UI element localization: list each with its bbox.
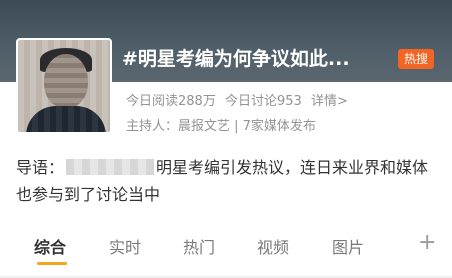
avatar-body (26, 106, 106, 132)
topic-title: #明星考编为何争议如此... (122, 48, 350, 70)
active-tab-indicator (37, 262, 67, 265)
host-info[interactable]: 主持人：晨报文艺 | 7家媒体发布 (126, 115, 316, 134)
tab-video[interactable]: 视频 (257, 234, 289, 258)
tab-realtime[interactable]: 实时 (109, 234, 141, 258)
blurred-name (66, 159, 155, 175)
topic-stats: 今日阅读288万 今日讨论953 详情> (126, 90, 353, 109)
hot-badge: 热搜 (398, 49, 434, 69)
avatar-face (44, 54, 88, 108)
reads-count: 今日阅读288万 (126, 94, 216, 109)
tab-images[interactable]: 图片 (332, 234, 364, 258)
guide-prefix: 导语： (16, 158, 65, 177)
discussions-count: 今日讨论953 (224, 94, 302, 109)
tab-bar: 综合 实时 热门 视频 图片 + (0, 230, 452, 278)
plus-icon[interactable]: + (418, 230, 436, 255)
host-avatar[interactable] (16, 38, 112, 134)
detail-link[interactable]: 详情> (311, 94, 348, 109)
topic-guide: 导语： 明星考编引发热议，连日来业界和媒体也参与到了讨论当中 (16, 154, 436, 208)
tab-popular[interactable]: 热门 (183, 234, 215, 258)
tab-comprehensive[interactable]: 综合 (34, 234, 66, 258)
